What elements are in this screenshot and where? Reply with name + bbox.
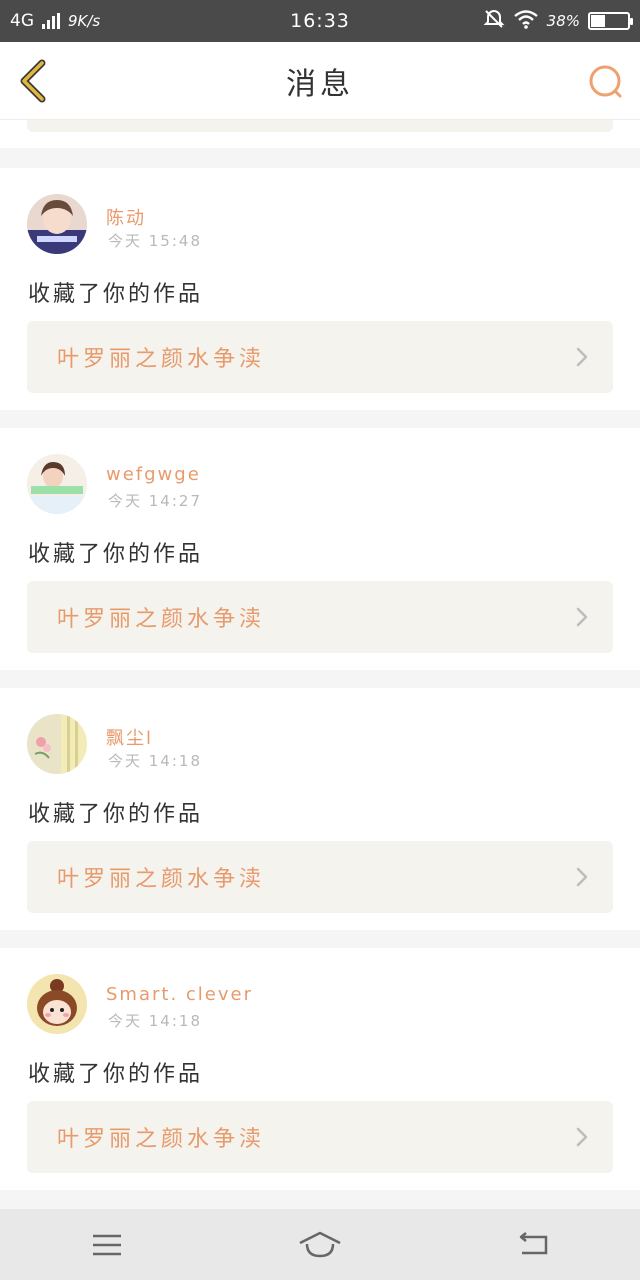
page-title: 消息	[286, 66, 354, 102]
system-back-button[interactable]	[503, 1220, 563, 1270]
system-nav-bar	[0, 1209, 640, 1280]
avatar[interactable]	[27, 974, 87, 1034]
message-action: 收藏了你的作品	[28, 802, 204, 827]
network-type: 4G	[10, 11, 34, 31]
work-title: 叶罗丽之颜水争渎	[57, 1127, 266, 1152]
message-list: 陈动 今天 15:48 收藏了你的作品 叶罗丽之颜水争渎 wefgwge 今天 …	[0, 168, 640, 1208]
battery-icon	[588, 12, 633, 30]
message-action: 收藏了你的作品	[28, 282, 204, 307]
avatar[interactable]	[27, 714, 87, 774]
message-action: 收藏了你的作品	[28, 542, 204, 567]
home-button[interactable]	[290, 1220, 350, 1270]
message-time: 今天 14:27	[108, 492, 202, 510]
chevron-right-icon	[576, 867, 588, 887]
alarm-off-icon	[483, 8, 505, 35]
message-time: 今天 15:48	[108, 232, 202, 250]
back-button[interactable]	[14, 58, 54, 104]
message-time: 今天 14:18	[108, 1012, 202, 1030]
message-card: 陈动 今天 15:48 收藏了你的作品 叶罗丽之颜水争渎	[0, 168, 640, 410]
chevron-right-icon	[576, 347, 588, 367]
avatar[interactable]	[27, 454, 87, 514]
chevron-left-icon	[20, 59, 46, 103]
home-icon	[299, 1231, 341, 1257]
user-name[interactable]: 飘尘l	[106, 724, 153, 750]
message-card: Smart. clever 今天 14:18 收藏了你的作品 叶罗丽之颜水争渎	[0, 948, 640, 1190]
menu-icon	[92, 1234, 121, 1255]
message-card: wefgwge 今天 14:27 收藏了你的作品 叶罗丽之颜水争渎	[0, 428, 640, 670]
page-header: 消息	[0, 42, 640, 120]
message-card: 飘尘l 今天 14:18 收藏了你的作品 叶罗丽之颜水争渎	[0, 688, 640, 930]
work-link[interactable]: 叶罗丽之颜水争渎	[27, 581, 613, 653]
chevron-right-icon	[576, 1127, 588, 1147]
work-link[interactable]: 叶罗丽之颜水争渎	[27, 841, 613, 913]
back-icon	[520, 1231, 548, 1254]
previous-message-card	[0, 120, 640, 148]
work-link[interactable]: 叶罗丽之颜水争渎	[27, 321, 613, 393]
avatar[interactable]	[27, 194, 87, 254]
message-action: 收藏了你的作品	[28, 1062, 204, 1087]
user-name[interactable]: Smart. clever	[106, 984, 253, 1005]
message-time: 今天 14:18	[108, 752, 202, 770]
work-title: 叶罗丽之颜水争渎	[57, 867, 266, 892]
network-speed: 9K/s	[68, 12, 101, 30]
work-title: 叶罗丽之颜水争渎	[57, 347, 266, 372]
search-icon	[589, 65, 622, 98]
menu-button[interactable]	[77, 1220, 137, 1270]
work-title: 叶罗丽之颜水争渎	[57, 607, 266, 632]
wifi-icon	[513, 9, 539, 34]
signal-icon	[42, 13, 60, 29]
user-name[interactable]: wefgwge	[106, 464, 201, 485]
status-bar: 4G 9K/s 16:33 38%	[0, 0, 640, 42]
user-name[interactable]: 陈动	[106, 204, 146, 230]
search-button[interactable]	[586, 62, 626, 102]
previous-work-link[interactable]	[27, 120, 613, 132]
chevron-right-icon	[576, 607, 588, 627]
work-link[interactable]: 叶罗丽之颜水争渎	[27, 1101, 613, 1173]
battery-percent: 38%	[546, 12, 580, 30]
